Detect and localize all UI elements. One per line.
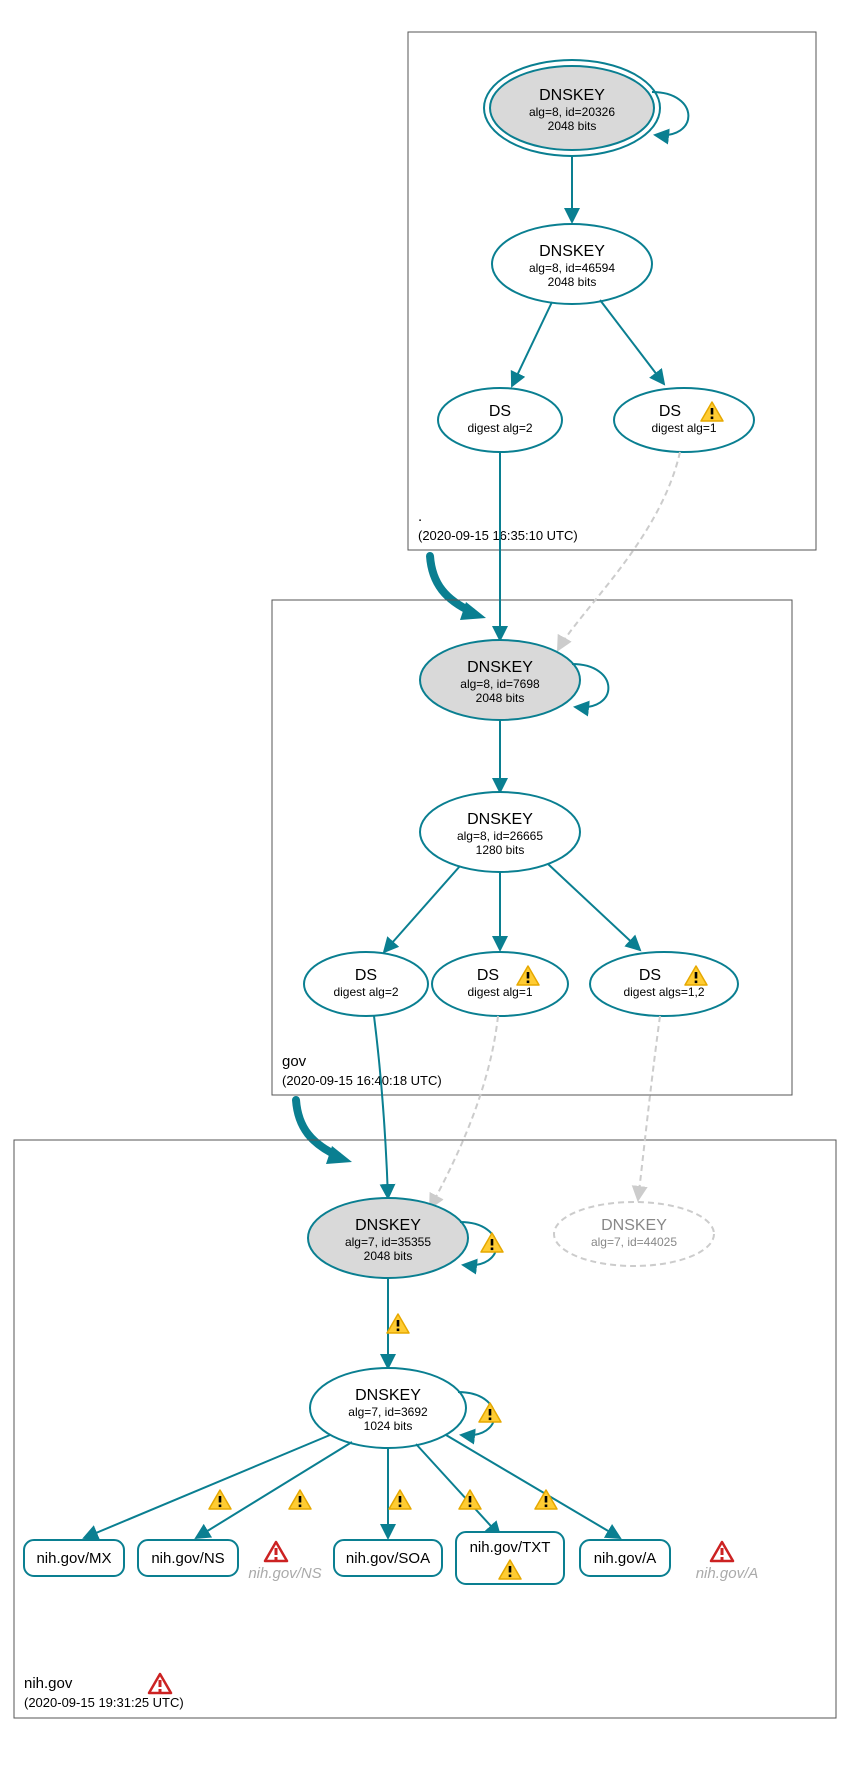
- svg-text:DS: DS: [639, 967, 661, 984]
- svg-text:DNSKEY: DNSKEY: [355, 1217, 421, 1234]
- edge-govds2-nihksk: [430, 1016, 498, 1208]
- edge-root-zsk-ds2: [600, 300, 664, 384]
- warning-icon: [209, 1490, 231, 1509]
- svg-text:alg=8, id=46594: alg=8, id=46594: [529, 261, 615, 275]
- svg-text:DNSKEY: DNSKEY: [355, 1387, 421, 1404]
- edge-root-zsk-ds1: [512, 302, 552, 386]
- error-icon: [149, 1674, 171, 1693]
- svg-text:DNSKEY: DNSKEY: [467, 811, 533, 828]
- zone-gov-label: gov: [282, 1053, 307, 1070]
- warning-icon: [389, 1490, 411, 1509]
- warning-icon: [459, 1490, 481, 1509]
- svg-text:alg=8, id=7698: alg=8, id=7698: [460, 677, 540, 691]
- warning-icon: [289, 1490, 311, 1509]
- error-icon: [265, 1542, 287, 1561]
- edge-gov-zsk-ds3: [548, 864, 640, 950]
- svg-text:nih.gov/A: nih.gov/A: [594, 1550, 657, 1567]
- node-gov-ds3[interactable]: DS digest algs=1,2: [590, 952, 738, 1016]
- warning-icon: [481, 1233, 503, 1252]
- svg-text:2048 bits: 2048 bits: [476, 691, 525, 705]
- rrset-ns-error[interactable]: nih.gov/NS: [248, 1542, 321, 1582]
- zone-nihgov-label: nih.gov: [24, 1675, 73, 1692]
- svg-text:DS: DS: [489, 403, 511, 420]
- node-nih-missing[interactable]: DNSKEY alg=7, id=44025: [554, 1202, 714, 1266]
- svg-text:digest algs=1,2: digest algs=1,2: [623, 985, 704, 999]
- svg-text:DNSKEY: DNSKEY: [467, 659, 533, 676]
- node-nih-zsk[interactable]: DNSKEY alg=7, id=3692 1024 bits: [310, 1368, 466, 1448]
- edge-govds1-nihksk: [374, 1016, 388, 1198]
- svg-text:DS: DS: [355, 967, 377, 984]
- edge-govds3-nihmissing: [638, 1016, 660, 1200]
- svg-text:DS: DS: [659, 403, 681, 420]
- svg-text:DNSKEY: DNSKEY: [539, 87, 605, 104]
- zone-gov-timestamp: (2020-09-15 16:40:18 UTC): [282, 1073, 442, 1088]
- edge-ds2-govksk: [558, 452, 680, 650]
- svg-text:nih.gov/TXT: nih.gov/TXT: [470, 1539, 551, 1556]
- svg-text:DS: DS: [477, 967, 499, 984]
- rrset-soa[interactable]: nih.gov/SOA: [334, 1540, 442, 1576]
- rrset-a-error[interactable]: nih.gov/A: [696, 1542, 759, 1582]
- svg-text:alg=7, id=3692: alg=7, id=3692: [348, 1405, 428, 1419]
- node-gov-ds1[interactable]: DS digest alg=2: [304, 952, 428, 1016]
- svg-text:2048 bits: 2048 bits: [364, 1249, 413, 1263]
- node-gov-zsk[interactable]: DNSKEY alg=8, id=26665 1280 bits: [420, 792, 580, 872]
- node-root-zsk[interactable]: DNSKEY alg=8, id=46594 2048 bits: [492, 224, 652, 304]
- svg-text:alg=7, id=35355: alg=7, id=35355: [345, 1235, 431, 1249]
- svg-text:nih.gov/MX: nih.gov/MX: [36, 1550, 111, 1567]
- node-root-ds1[interactable]: DS digest alg=2: [438, 388, 562, 452]
- svg-text:nih.gov/NS: nih.gov/NS: [151, 1550, 224, 1567]
- edge-gov-zsk-ds1: [384, 866, 460, 952]
- zone-root-timestamp: (2020-09-15 16:35:10 UTC): [418, 528, 578, 543]
- rrset-txt[interactable]: nih.gov/TXT: [456, 1532, 564, 1584]
- svg-text:alg=8, id=26665: alg=8, id=26665: [457, 829, 543, 843]
- svg-text:DNSKEY: DNSKEY: [539, 243, 605, 260]
- svg-text:2048 bits: 2048 bits: [548, 275, 597, 289]
- zone-nihgov-timestamp: (2020-09-15 19:31:25 UTC): [24, 1695, 184, 1710]
- node-root-ds2[interactable]: DS digest alg=1: [614, 388, 754, 452]
- rrset-mx[interactable]: nih.gov/MX: [24, 1540, 124, 1576]
- svg-text:DNSKEY: DNSKEY: [601, 1217, 667, 1234]
- zone-root-label: .: [418, 508, 422, 525]
- svg-text:1280 bits: 1280 bits: [476, 843, 525, 857]
- svg-text:1024 bits: 1024 bits: [364, 1419, 413, 1433]
- rrset-a[interactable]: nih.gov/A: [580, 1540, 670, 1576]
- node-root-ksk[interactable]: DNSKEY alg=8, id=20326 2048 bits: [484, 60, 660, 156]
- node-gov-ksk[interactable]: DNSKEY alg=8, id=7698 2048 bits: [420, 640, 580, 720]
- svg-text:digest alg=2: digest alg=2: [333, 985, 398, 999]
- node-gov-ds2[interactable]: DS digest alg=1: [432, 952, 568, 1016]
- svg-text:digest alg=1: digest alg=1: [651, 421, 716, 435]
- svg-text:nih.gov/A: nih.gov/A: [696, 1565, 759, 1582]
- svg-text:alg=7, id=44025: alg=7, id=44025: [591, 1235, 677, 1249]
- svg-text:digest alg=1: digest alg=1: [467, 985, 532, 999]
- svg-text:alg=8, id=20326: alg=8, id=20326: [529, 105, 615, 119]
- rrset-ns[interactable]: nih.gov/NS: [138, 1540, 238, 1576]
- error-icon: [711, 1542, 733, 1561]
- svg-text:2048 bits: 2048 bits: [548, 119, 597, 133]
- warning-icon: [479, 1403, 501, 1422]
- svg-text:digest alg=2: digest alg=2: [467, 421, 532, 435]
- node-nih-ksk[interactable]: DNSKEY alg=7, id=35355 2048 bits: [308, 1198, 468, 1278]
- svg-text:nih.gov/NS: nih.gov/NS: [248, 1565, 321, 1582]
- svg-text:nih.gov/SOA: nih.gov/SOA: [346, 1550, 430, 1567]
- warning-icon: [387, 1314, 409, 1333]
